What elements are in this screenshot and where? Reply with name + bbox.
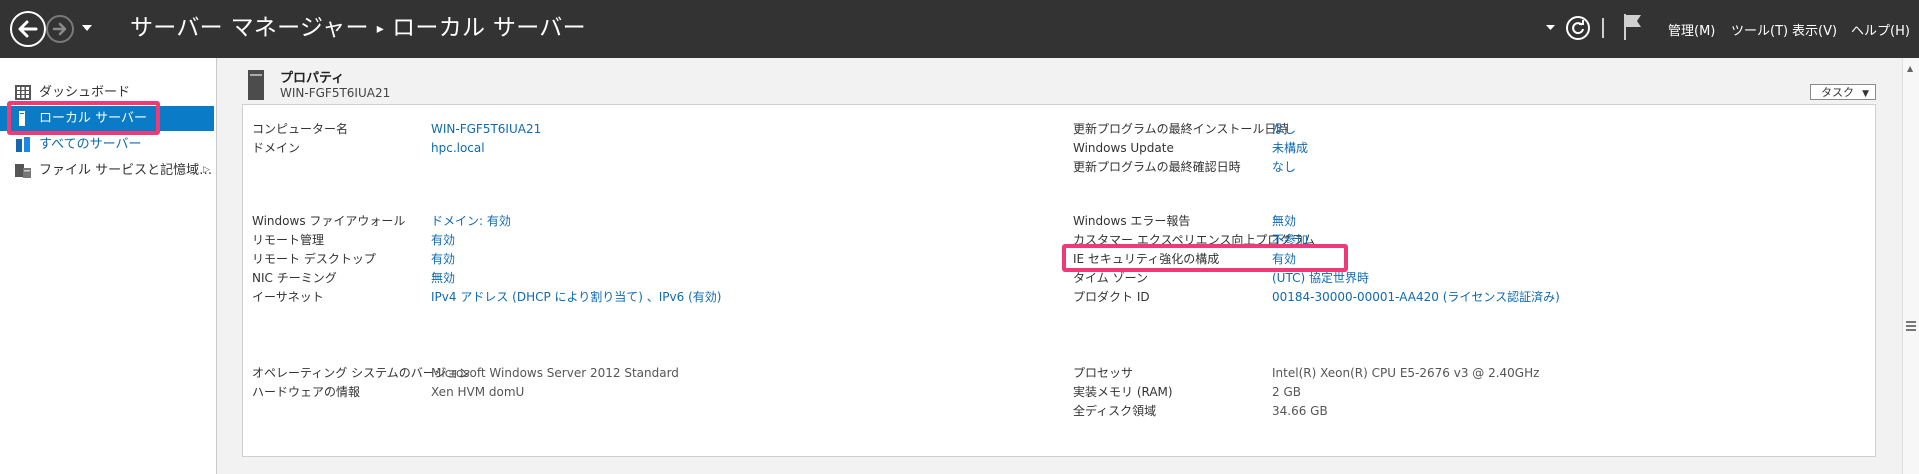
memory-value: 2 GB — [1272, 385, 1301, 399]
property-label: プロセッサ — [1073, 366, 1134, 380]
ie-esc-link[interactable]: 有効 — [1272, 251, 1296, 267]
property-label: ハードウェアの情報 — [252, 385, 361, 399]
property-label: 更新プログラムの最終確認日時 — [1073, 160, 1241, 174]
property-label: Windows エラー報告 — [1073, 214, 1191, 228]
dashboard-icon — [15, 85, 31, 100]
vertical-scrollbar[interactable]: ▲ — [1902, 58, 1919, 474]
property-label: タイム ゾーン — [1073, 271, 1148, 285]
domain-link[interactable]: hpc.local — [431, 140, 485, 156]
refresh-icon — [1572, 20, 1584, 35]
tasks-label: タスク — [1821, 86, 1854, 99]
error-reporting-link[interactable]: 無効 — [1272, 213, 1296, 229]
title-bar: サーバー マネージャー ▸ ローカル サーバー 管理(M) ツール(T) 表示(V)… — [0, 0, 1919, 58]
sidebar: ダッシュボード ローカル サーバー すべてのサーバー ファイル サービスと記憶域… — [0, 58, 217, 474]
ceip-link[interactable]: 不参加 — [1272, 232, 1308, 248]
toolbar-divider — [1602, 18, 1604, 38]
disk-space-value: 34.66 GB — [1272, 404, 1328, 418]
dropdown-icon[interactable] — [1546, 24, 1555, 31]
property-label: 実装メモリ (RAM) — [1073, 385, 1173, 399]
property-label: 全ディスク領域 — [1073, 404, 1157, 418]
tasks-dropdown[interactable]: タスク ▼ — [1810, 84, 1876, 100]
section-title: プロパティ — [280, 71, 345, 86]
property-label: Windows Update — [1073, 141, 1174, 155]
ethernet-link[interactable]: IPv4 アドレス (DHCP により割り当て) 、IPv6 (有効) — [431, 289, 721, 305]
file-services-icon — [15, 164, 31, 178]
server-properties-icon — [248, 70, 264, 100]
app-title: サーバー マネージャー — [130, 15, 369, 41]
property-label: NIC チーミング — [252, 271, 337, 285]
sidebar-item-file-services[interactable]: ファイル サービスと記憶域… ▷ — [0, 158, 214, 183]
arrow-left-icon — [18, 20, 38, 38]
refresh-button[interactable] — [1566, 16, 1590, 40]
properties-panel — [242, 104, 1876, 457]
forward-button[interactable] — [46, 15, 74, 43]
menu-help[interactable]: ヘルプ(H) — [1851, 20, 1910, 39]
expand-arrow-icon[interactable]: ▷ — [203, 158, 210, 183]
arrow-right-icon — [52, 22, 67, 36]
servers-icon — [16, 137, 30, 152]
chevron-down-icon: ▼ — [1862, 89, 1869, 99]
firewall-link[interactable]: ドメイン: 有効 — [431, 213, 511, 229]
breadcrumb: サーバー マネージャー ▸ ローカル サーバー — [130, 11, 586, 48]
property-label: ドメイン — [252, 141, 301, 155]
remote-desktop-link[interactable]: 有効 — [431, 251, 455, 267]
property-label: コンピューター名 — [252, 122, 349, 136]
product-id-link[interactable]: 00184-30000-00001-AA420 (ライセンス認証済み) — [1272, 289, 1560, 305]
property-label: イーサネット — [252, 290, 324, 304]
time-zone-link[interactable]: (UTC) 協定世界時 — [1272, 270, 1369, 286]
hardware-info-value: Xen HVM domU — [431, 385, 525, 399]
property-label: Windows ファイアウォール — [252, 214, 406, 228]
sidebar-item-dashboard[interactable]: ダッシュボード — [0, 80, 214, 105]
history-dropdown-icon[interactable] — [82, 24, 92, 32]
breadcrumb-separator: ▸ — [376, 21, 385, 37]
computer-name-link[interactable]: WIN-FGF5T6IUA21 — [431, 121, 541, 137]
sidebar-item-label: すべてのサーバー — [39, 137, 142, 152]
sidebar-item-label: ファイル サービスと記憶域… — [39, 163, 213, 178]
os-version-value: Microsoft Windows Server 2012 Standard — [431, 366, 679, 380]
property-label: リモート管理 — [252, 233, 325, 247]
processor-value: Intel(R) Xeon(R) CPU E5-2676 v3 @ 2.40GH… — [1272, 366, 1540, 380]
last-installed-link[interactable]: なし — [1272, 121, 1296, 137]
scroll-grip-icon[interactable] — [1906, 321, 1916, 333]
last-checked-link[interactable]: なし — [1272, 159, 1296, 175]
remote-management-link[interactable]: 有効 — [431, 232, 455, 248]
back-button[interactable] — [10, 11, 46, 47]
menu-manage[interactable]: 管理(M) — [1668, 20, 1715, 39]
scroll-up-icon[interactable]: ▲ — [1907, 64, 1913, 73]
sidebar-item-label: ダッシュボード — [39, 85, 131, 100]
page-title: ローカル サーバー — [392, 15, 586, 41]
sidebar-item-all-servers[interactable]: すべてのサーバー — [0, 132, 214, 157]
server-icon — [19, 111, 25, 126]
property-label: リモート デスクトップ — [252, 252, 376, 266]
menu-view[interactable]: 表示(V) — [1792, 20, 1837, 39]
section-subtitle: WIN-FGF5T6IUA21 — [280, 86, 391, 100]
windows-update-link[interactable]: 未構成 — [1272, 140, 1308, 156]
property-label: 更新プログラムの最終インストール日時 — [1073, 122, 1289, 136]
sidebar-item-label: ローカル サーバー — [39, 111, 148, 126]
property-label: IE セキュリティ強化の構成 — [1073, 252, 1220, 266]
nic-teaming-link[interactable]: 無効 — [431, 270, 455, 286]
sidebar-item-local-server[interactable]: ローカル サーバー — [0, 106, 214, 131]
notifications-flag-icon[interactable] — [1623, 14, 1643, 40]
property-label: プロダクト ID — [1073, 290, 1150, 304]
menu-tools[interactable]: ツール(T) — [1731, 20, 1788, 39]
